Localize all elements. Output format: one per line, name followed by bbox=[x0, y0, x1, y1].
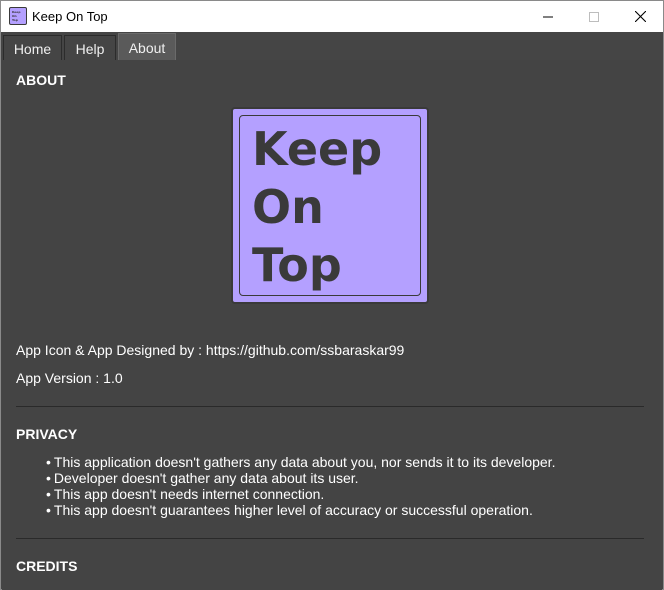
app-version: App Version : 1.0 bbox=[16, 370, 123, 386]
close-button[interactable] bbox=[617, 1, 663, 32]
designer-credit: App Icon & App Designed by : https://git… bbox=[16, 342, 405, 358]
logo-text-top: Top bbox=[252, 238, 342, 292]
divider bbox=[16, 406, 644, 407]
app-icon-text-3: Top bbox=[12, 18, 18, 22]
privacy-heading: PRIVACY bbox=[16, 426, 78, 442]
logo-text-on: On bbox=[252, 180, 324, 234]
tab-home[interactable]: Home bbox=[3, 35, 62, 61]
tab-bar: Home Help About bbox=[1, 32, 663, 61]
minimize-icon bbox=[543, 16, 553, 17]
app-logo: Keep On Top bbox=[231, 107, 429, 304]
maximize-button[interactable] bbox=[571, 1, 617, 32]
privacy-item: Developer doesn't gather any data about … bbox=[46, 470, 555, 486]
tab-help[interactable]: Help bbox=[64, 35, 116, 61]
about-panel[interactable]: ABOUT Keep On Top App Icon & App Designe… bbox=[2, 60, 662, 590]
divider bbox=[16, 538, 644, 539]
minimize-button[interactable] bbox=[525, 1, 571, 32]
privacy-item: This app doesn't needs internet connecti… bbox=[46, 486, 555, 502]
privacy-item: This application doesn't gathers any dat… bbox=[46, 454, 556, 470]
title-bar[interactable]: Keep On Top Keep On Top bbox=[1, 1, 663, 32]
close-icon bbox=[634, 11, 646, 22]
tab-about[interactable]: About bbox=[118, 33, 176, 61]
privacy-list: This application doesn't gathers any dat… bbox=[46, 454, 556, 518]
maximize-icon bbox=[589, 11, 599, 22]
app-window: Keep On Top Keep On Top Home Help About … bbox=[0, 0, 664, 590]
window-title: Keep On Top bbox=[32, 9, 108, 24]
privacy-item: This app doesn't guarantees higher level… bbox=[46, 502, 555, 518]
logo-text-keep: Keep bbox=[252, 122, 383, 176]
about-heading: ABOUT bbox=[16, 72, 66, 88]
credits-heading: CREDITS bbox=[16, 558, 78, 574]
app-logo-frame: Keep On Top bbox=[239, 115, 421, 296]
app-icon: Keep On Top bbox=[9, 7, 27, 25]
